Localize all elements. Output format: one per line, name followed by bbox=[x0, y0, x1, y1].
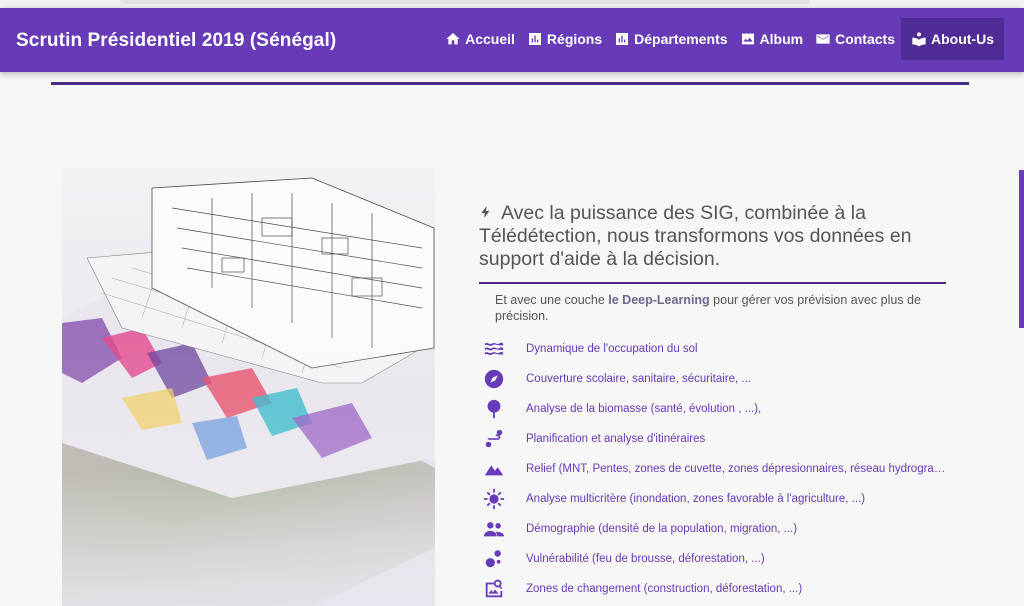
subtitle-highlight: le Deep-Learning bbox=[608, 293, 710, 307]
people-icon bbox=[482, 518, 506, 540]
feature-text: Analyse multicritère (inondation, zones … bbox=[526, 493, 866, 505]
bolt-icon bbox=[481, 206, 490, 218]
feature-text: Analyse de la biomasse (santé, évolution… bbox=[526, 403, 762, 415]
main-nav: Accueil Régions Départements Album Conta… bbox=[439, 18, 1004, 60]
nav-accueil-label: Accueil bbox=[465, 31, 515, 47]
top-divider bbox=[51, 82, 969, 85]
waves-icon bbox=[482, 338, 506, 360]
feature-item: Démographie (densité de la population, m… bbox=[482, 514, 952, 544]
headline: Avec la puissance des SIG, combinée à la… bbox=[479, 202, 949, 271]
feature-text: Zones de changement (construction, défor… bbox=[526, 583, 803, 595]
feature-text: Planification et analyse d'itinéraires bbox=[526, 433, 706, 445]
bar-chart-icon bbox=[528, 33, 541, 45]
nav-about-us-label: About-Us bbox=[931, 31, 994, 47]
mountain-icon bbox=[482, 458, 506, 480]
image-icon bbox=[741, 33, 754, 45]
nav-departements[interactable]: Départements bbox=[608, 18, 733, 60]
sun-icon bbox=[482, 488, 506, 510]
feature-item: Analyse multicritère (inondation, zones … bbox=[482, 484, 952, 514]
tree-icon bbox=[482, 398, 506, 420]
nav-contacts-label: Contacts bbox=[835, 31, 895, 47]
nav-accueil[interactable]: Accueil bbox=[439, 18, 521, 60]
home-icon bbox=[446, 33, 460, 45]
nav-departements-label: Départements bbox=[634, 31, 728, 47]
feature-text: Démographie (densité de la population, m… bbox=[526, 523, 798, 535]
subtitle-before: Et avec une couche bbox=[495, 293, 609, 307]
subtitle: Et avec une couche le Deep-Learning pour… bbox=[495, 292, 925, 324]
feature-item: Vulnérabilité (feu de brousse, déforesta… bbox=[482, 544, 952, 574]
feature-text: Vulnérabilité (feu de brousse, déforesta… bbox=[526, 553, 765, 565]
book-reader-icon bbox=[912, 32, 926, 47]
side-scroll-indicator[interactable] bbox=[1019, 170, 1024, 328]
feature-item: Zones de changement (construction, défor… bbox=[482, 574, 952, 604]
nav-contacts[interactable]: Contacts bbox=[809, 18, 901, 60]
feature-text: Dynamique de l'occupation du sol bbox=[526, 343, 698, 355]
bar-chart-icon bbox=[616, 33, 629, 45]
feature-item: Analyse de la biomasse (santé, évolution… bbox=[482, 394, 952, 424]
browser-top-strip bbox=[0, 0, 1024, 8]
image-search-icon bbox=[482, 578, 506, 600]
feature-item: Couverture scolaire, sanitaire, sécurita… bbox=[482, 364, 952, 394]
gis-layers-illustration bbox=[62, 168, 435, 606]
feature-list: Dynamique de l'occupation du sol Couvert… bbox=[482, 334, 952, 604]
envelope-icon bbox=[816, 34, 830, 44]
nav-about-us[interactable]: About-Us bbox=[901, 18, 1004, 60]
browser-address-bar bbox=[120, 0, 810, 4]
nav-album[interactable]: Album bbox=[734, 18, 810, 60]
nav-regions[interactable]: Régions bbox=[521, 18, 608, 60]
nav-album-label: Album bbox=[759, 31, 804, 47]
feature-text: Couverture scolaire, sanitaire, sécurita… bbox=[526, 373, 751, 385]
headline-text: Avec la puissance des SIG, combinée à la… bbox=[479, 202, 912, 270]
bubbles-icon bbox=[482, 548, 506, 570]
feature-item: Dynamique de l'occupation du sol bbox=[482, 334, 952, 364]
headline-divider bbox=[479, 282, 946, 284]
brand-title[interactable]: Scrutin Présidentiel 2019 (Sénégal) bbox=[16, 30, 336, 52]
route-icon bbox=[482, 428, 506, 450]
navbar: Scrutin Présidentiel 2019 (Sénégal) Accu… bbox=[0, 8, 1024, 72]
compass-icon bbox=[482, 368, 506, 390]
feature-item: Relief (MNT, Pentes, zones de cuvette, z… bbox=[482, 454, 952, 484]
feature-text: Relief (MNT, Pentes, zones de cuvette, z… bbox=[526, 463, 946, 475]
nav-regions-label: Régions bbox=[546, 31, 603, 47]
feature-item: Planification et analyse d'itinéraires bbox=[482, 424, 952, 454]
